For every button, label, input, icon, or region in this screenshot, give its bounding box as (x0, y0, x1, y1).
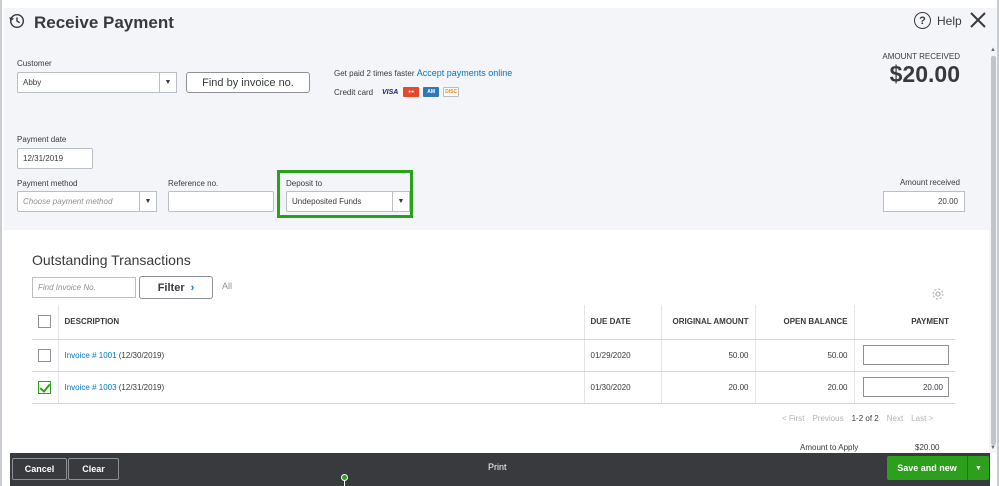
discover-icon: DISC (443, 87, 460, 97)
history-icon[interactable] (8, 12, 26, 30)
accept-payments-link[interactable]: Accept payments online (417, 68, 513, 78)
scrollbar-thumb[interactable] (991, 56, 996, 445)
chevron-down-icon[interactable]: ▼ (392, 191, 410, 212)
open-balance-cell: 50.00 (754, 339, 854, 372)
reference-label: Reference no. (168, 179, 219, 188)
amount-received-header-label: AMOUNT RECEIVED (882, 52, 960, 61)
payment-date-field[interactable]: 12/31/2019 (17, 148, 93, 169)
invoice-date: (12/31/2019) (116, 382, 165, 392)
pager-next[interactable]: Next (887, 414, 903, 423)
amount-received-field[interactable]: 20.00 (883, 191, 965, 212)
credit-card-label: Credit card (334, 87, 374, 97)
filter-label: Filter (157, 281, 185, 294)
amount-to-apply-value: $20.00 (915, 443, 940, 452)
chevron-right-icon: › (190, 281, 195, 294)
pager-first[interactable]: < First (782, 414, 804, 423)
cancel-button[interactable]: Cancel (12, 458, 67, 480)
deposit-to-value: Undeposited Funds (292, 197, 362, 206)
outstanding-title: Outstanding Transactions (32, 252, 191, 268)
row-checkbox[interactable] (38, 380, 51, 394)
chevron-down-icon[interactable]: ▼ (139, 191, 157, 212)
row-checkbox[interactable] (38, 348, 51, 362)
footer-bar: Cancel Clear Print Save and new ▼ (10, 453, 990, 486)
scroll-down-icon[interactable]: ▼ (990, 445, 996, 451)
customer-value: Abby (23, 78, 42, 87)
col-due-date[interactable]: DUE DATE (583, 305, 661, 340)
col-payment[interactable]: PAYMENT (853, 305, 955, 340)
col-description[interactable]: DESCRIPTION (57, 305, 584, 340)
payment-cell (853, 339, 955, 372)
help-label: Help (937, 13, 962, 28)
due-date-cell: 01/30/2020 (583, 371, 661, 404)
select-all-cell (32, 305, 58, 340)
reference-field[interactable] (168, 191, 274, 212)
promo-label: Get paid 2 times faster (334, 69, 415, 78)
description-cell: Invoice # 1003 (12/31/2019) (57, 371, 584, 404)
mastercard-icon: ●● (403, 87, 420, 97)
payment-method-select[interactable]: Choose payment method ▼ (17, 191, 157, 212)
table-row: Invoice # 1003 (12/31/2019) 01/30/2020 2… (32, 371, 955, 404)
pagination: < First Previous 1-2 of 2 Next Last > (782, 414, 933, 423)
find-invoice-input[interactable]: Find Invoice No. (32, 277, 136, 298)
open-balance-cell: 20.00 (754, 371, 854, 404)
amount-received-total: $20.00 (889, 61, 960, 87)
invoice-link[interactable]: Invoice # 1001 (65, 351, 117, 360)
help-button[interactable]: ? Help (914, 12, 962, 29)
payment-input[interactable]: 20.00 (863, 377, 949, 397)
visa-icon: VISA (381, 88, 399, 96)
customer-label: Customer (17, 59, 52, 68)
amount-received-label: Amount received (899, 178, 960, 187)
pager-last[interactable]: Last > (911, 414, 933, 423)
pager-previous[interactable]: Previous (812, 414, 843, 423)
customer-select[interactable]: Abby ▼ (17, 72, 177, 93)
original-amount-cell: 20.00 (660, 371, 755, 404)
receive-payment-window: Receive Payment ? Help Customer Abby ▼ F… (0, 0, 999, 486)
save-and-new-button[interactable]: Save and new (887, 456, 967, 480)
promo-text: Get paid 2 times faster Accept payments … (334, 68, 512, 78)
deposit-to-select[interactable]: Undeposited Funds ▼ (286, 191, 410, 212)
help-icon: ? (914, 12, 931, 29)
chevron-down-icon[interactable]: ▼ (159, 72, 177, 93)
payment-method-placeholder: Choose payment method (23, 197, 113, 206)
payment-cell: 20.00 (853, 371, 955, 404)
print-button[interactable]: Print (488, 462, 507, 472)
close-icon[interactable] (968, 10, 988, 30)
invoice-date: (12/30/2019) (116, 350, 165, 360)
scroll-up-icon[interactable]: ▲ (990, 47, 996, 53)
pager-range: 1-2 of 2 (851, 414, 879, 423)
select-all-checkbox[interactable] (38, 315, 51, 329)
amex-icon: AM (423, 87, 440, 97)
find-by-invoice-button[interactable]: Find by invoice no. (186, 72, 310, 93)
clear-button[interactable]: Clear (68, 458, 119, 480)
payment-method-label: Payment method (17, 179, 78, 188)
description-cell: Invoice # 1001 (12/30/2019) (57, 339, 584, 372)
amount-to-apply-label: Amount to Apply (800, 443, 859, 452)
payment-input[interactable] (863, 345, 949, 365)
original-amount-cell: 50.00 (660, 339, 755, 372)
page-title: Receive Payment (34, 13, 174, 32)
invoice-link[interactable]: Invoice # 1003 (65, 383, 117, 392)
filter-all-label: All (222, 281, 233, 291)
row-checkbox-cell (32, 339, 58, 372)
payment-date-label: Payment date (17, 135, 67, 144)
chevron-down-icon[interactable]: ▼ (967, 456, 989, 480)
col-original-amount[interactable]: ORIGINAL AMOUNT (660, 305, 755, 340)
table-header-row: DESCRIPTION DUE DATE ORIGINAL AMOUNT OPE… (32, 305, 955, 340)
filter-button[interactable]: Filter › (139, 276, 213, 299)
cursor-line (344, 480, 345, 486)
due-date-cell: 01/29/2020 (583, 339, 661, 372)
col-open-balance[interactable]: OPEN BALANCE (754, 305, 854, 340)
gear-icon[interactable] (931, 287, 945, 301)
row-checkbox-cell (32, 371, 58, 404)
deposit-to-label: Deposit to (286, 179, 323, 188)
transactions-table: DESCRIPTION DUE DATE ORIGINAL AMOUNT OPE… (32, 305, 955, 404)
credit-card-row: Credit card VISA ●● AM DISC (334, 87, 460, 97)
table-row: Invoice # 1001 (12/30/2019) 01/29/2020 5… (32, 339, 955, 372)
